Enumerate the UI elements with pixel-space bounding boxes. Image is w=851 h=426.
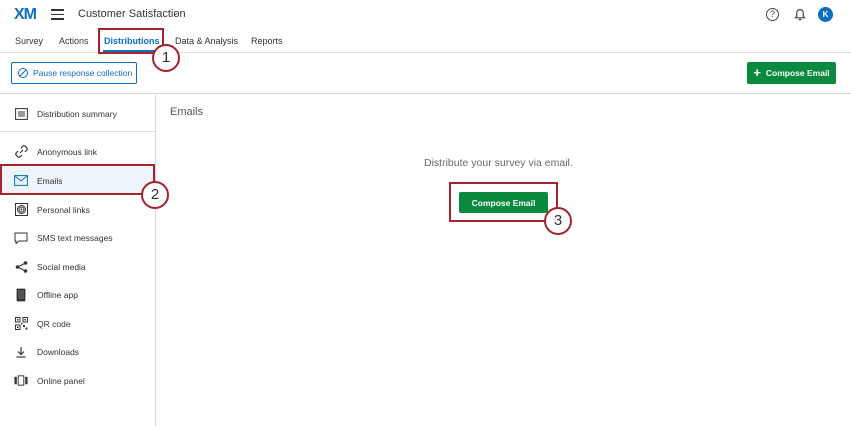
help-icon[interactable]: ? <box>766 8 779 21</box>
share-icon <box>14 260 28 273</box>
sidebar-item-anonymous-link[interactable]: Anonymous link <box>0 137 155 166</box>
callout-3: 3 <box>544 207 572 235</box>
tab-actions[interactable]: Actions <box>59 36 89 46</box>
highlight-emails-item <box>0 164 155 195</box>
sidebar-item-online-panel[interactable]: Online panel <box>0 366 155 395</box>
top-header: XM Customer Satisfaction ⌄ ? K <box>0 0 851 29</box>
tab-survey[interactable]: Survey <box>15 36 43 46</box>
speech-bubble-icon <box>14 232 28 244</box>
fingerprint-icon <box>14 203 28 216</box>
list-icon <box>14 107 28 120</box>
action-row: Pause response collection + Compose Emai… <box>0 54 851 94</box>
panel-icon <box>14 375 28 387</box>
pause-button-label: Pause response collection <box>33 68 133 78</box>
sidebar-item-distribution-summary[interactable]: Distribution summary <box>0 99 155 128</box>
sidebar-item-label: Online panel <box>37 375 85 386</box>
page-title: Emails <box>170 106 204 118</box>
sidebar-item-qr-code[interactable]: QR code <box>0 309 155 338</box>
hamburger-menu-icon[interactable] <box>51 9 64 20</box>
plus-icon: + <box>753 65 761 80</box>
xm-logo[interactable]: XM <box>14 6 37 24</box>
project-title[interactable]: Customer Satisfaction <box>78 8 186 20</box>
bell-icon[interactable] <box>794 8 806 21</box>
callout-2: 2 <box>141 181 169 209</box>
sidebar-item-label: Social media <box>37 261 86 272</box>
prohibited-icon <box>18 68 28 78</box>
sidebar-item-social-media[interactable]: Social media <box>0 252 155 281</box>
download-icon <box>14 346 28 358</box>
sidebar-divider <box>0 131 155 132</box>
pause-response-collection-button[interactable]: Pause response collection <box>11 62 137 84</box>
callout-1: 1 <box>152 44 180 72</box>
distribution-sidebar: Distribution summary Anonymous link Emai… <box>0 95 156 426</box>
highlight-compose-email-button <box>449 182 558 222</box>
sidebar-item-label: SMS text messages <box>37 232 113 243</box>
tablet-icon <box>14 288 28 301</box>
avatar[interactable]: K <box>818 7 833 22</box>
link-icon <box>14 145 28 158</box>
sidebar-item-sms-text-messages[interactable]: SMS text messages <box>0 223 155 252</box>
sidebar-item-label: Downloads <box>37 346 80 357</box>
qr-code-icon <box>14 317 28 330</box>
compose-header-label: Compose Email <box>765 68 830 78</box>
sidebar-item-offline-app[interactable]: Offline app <box>0 280 155 309</box>
sidebar-item-label: Personal links <box>37 204 90 215</box>
sidebar-item-personal-links[interactable]: Personal links <box>0 195 155 224</box>
sidebar-item-label: Offline app <box>37 289 78 300</box>
empty-state-message: Distribute your survey via email. <box>424 157 573 169</box>
sidebar-item-downloads[interactable]: Downloads <box>0 337 155 366</box>
tab-data-analysis[interactable]: Data & Analysis <box>175 36 238 46</box>
tab-reports[interactable]: Reports <box>251 36 283 46</box>
compose-email-header-button[interactable]: + Compose Email <box>747 62 836 84</box>
sidebar-item-label: Anonymous link <box>37 146 98 157</box>
sidebar-item-label: Distribution summary <box>37 108 117 119</box>
sidebar-item-label: QR code <box>37 318 71 329</box>
chevron-down-icon[interactable]: ⌄ <box>172 7 180 18</box>
